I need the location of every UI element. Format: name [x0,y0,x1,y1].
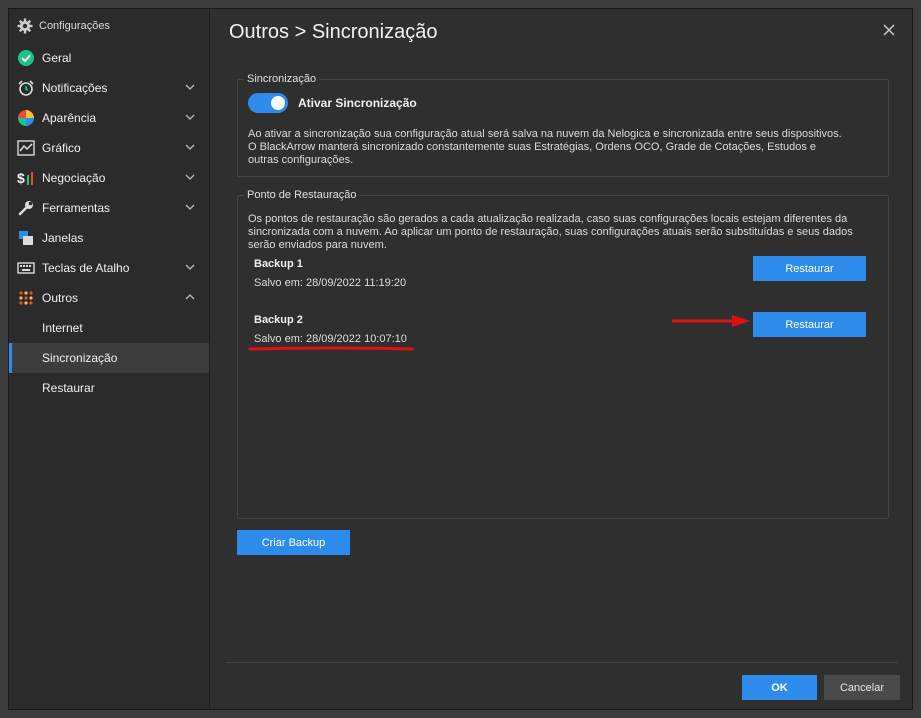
sync-description: Ao ativar a sincronização sua configuraç… [248,128,842,166]
chevron-down-icon [185,204,195,210]
chevron-down-icon [185,144,195,150]
gear-icon [17,18,33,34]
sidebar-item-label: Outros [42,291,79,305]
ok-button[interactable]: OK [742,675,817,700]
palette-icon [17,109,35,127]
dollar-chart-icon: $ [17,169,35,187]
page-title: Outros > Sincronização [229,21,438,43]
sidebar-header: Configurações [9,9,209,43]
toggle-knob [271,96,285,110]
restore-description: Os pontos de restauração são gerados a c… [248,213,853,251]
close-icon[interactable] [882,23,896,37]
sidebar-item-grafico[interactable]: Gráfico [9,133,209,163]
sidebar-item-label: Notificações [42,81,108,95]
chevron-up-icon [185,294,195,300]
chevron-down-icon [185,84,195,90]
sidebar-subitem-label: Restaurar [42,381,95,395]
sync-legend: Sincronização [247,73,317,85]
sidebar-title: Configurações [39,20,110,32]
backup-2-date: Salvo em: 28/09/2022 10:07:10 [254,333,407,345]
sidebar-subitem-sincronizacao[interactable]: Sincronização [9,343,209,373]
underline-annotation [248,346,414,351]
wrench-icon [17,199,35,217]
sidebar-item-aparencia[interactable]: Aparência [9,103,209,133]
footer-divider [226,662,898,663]
sidebar-item-ferramentas[interactable]: Ferramentas [9,193,209,223]
sidebar-subitem-internet[interactable]: Internet [9,313,209,343]
sidebar-item-janelas[interactable]: Janelas [9,223,209,253]
backup-1-title: Backup 1 [254,258,303,270]
sidebar-item-teclas-de-atalho[interactable]: Teclas de Atalho [9,253,209,283]
sidebar-item-negociacao[interactable]: $ Negociação [9,163,209,193]
sidebar-subitem-label: Sincronização [42,351,118,365]
main-panel: Outros > Sincronização Sincronização Ati… [210,9,912,709]
keyboard-icon [17,259,35,277]
sidebar-item-label: Aparência [42,111,97,125]
check-circle-icon [17,49,35,67]
sync-group: Sincronização Ativar Sincronização Ao at… [237,73,889,177]
sync-toggle[interactable] [248,93,288,113]
arrow-annotation [672,315,750,327]
restore-legend: Ponto de Restauração [247,189,357,201]
chevron-down-icon [185,174,195,180]
sidebar-item-label: Gráfico [42,141,81,155]
sidebar-item-label: Ferramentas [42,201,111,215]
settings-window: Configurações Geral Notificações Aparênc… [8,8,913,710]
sync-toggle-label: Ativar Sincronização [298,96,417,110]
sidebar-item-label: Janelas [42,231,84,245]
sidebar-subitem-restaurar[interactable]: Restaurar [9,373,209,403]
restore-group: Ponto de Restauração Os pontos de restau… [237,189,889,519]
grid-dots-icon [17,289,35,307]
sidebar-item-outros[interactable]: Outros [9,283,209,313]
cancel-button[interactable]: Cancelar [824,675,900,700]
sidebar: Configurações Geral Notificações Aparênc… [9,9,210,709]
windows-icon [17,229,35,247]
sidebar-subitem-label: Internet [42,321,83,335]
sidebar-item-label: Geral [42,51,72,65]
backup-2-title: Backup 2 [254,314,303,326]
alarm-clock-icon [17,79,35,97]
sidebar-item-notificacoes[interactable]: Notificações [9,73,209,103]
sidebar-item-label: Negociação [42,171,106,185]
chevron-down-icon [185,264,195,270]
svg-text:$: $ [17,170,25,186]
restore-backup-2-button[interactable]: Restaurar [753,312,866,337]
sidebar-item-geral[interactable]: Geral [9,43,209,73]
sidebar-item-label: Teclas de Atalho [42,261,130,275]
restore-backup-1-button[interactable]: Restaurar [753,256,866,281]
backup-1-date: Salvo em: 28/09/2022 11:19:20 [254,277,407,289]
chevron-down-icon [185,114,195,120]
chart-icon [17,139,35,157]
create-backup-button[interactable]: Criar Backup [237,530,350,555]
